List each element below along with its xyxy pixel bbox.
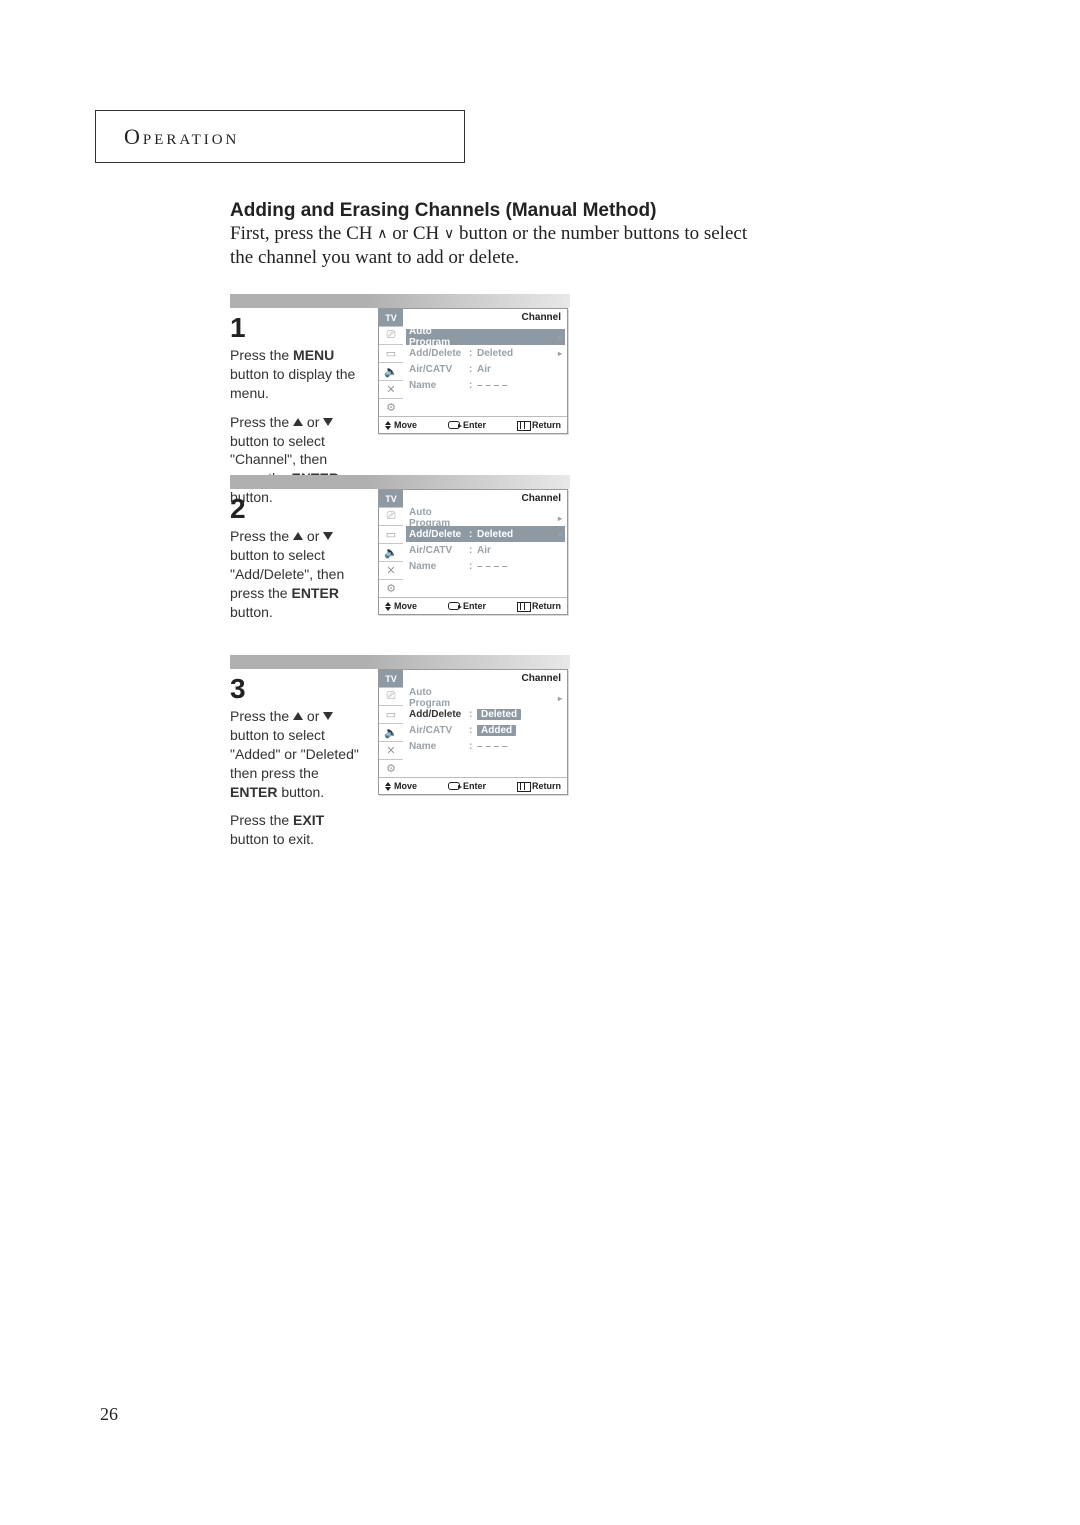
move-icon [385, 602, 391, 611]
channel-icon: ✕ [379, 742, 403, 760]
page-number: 26 [100, 1404, 118, 1425]
tv-sidebar: TV ⎚ ▭ 🔈 ✕ ⚙ [379, 490, 403, 600]
tv-sidebar-head: TV [379, 309, 403, 327]
tv-footer: Move Enter Return [379, 416, 567, 433]
input-icon: ⎚ [379, 327, 403, 345]
menu-item: Air/CATV:Air [409, 542, 562, 558]
menu-item: Add/Delete:Deleted [409, 706, 562, 722]
down-arrow-icon [323, 712, 333, 720]
menu-item: Auto Program▸ [409, 690, 562, 706]
menu-item: Air/CATV:Added [409, 722, 562, 738]
sound-icon: 🔈 [379, 724, 403, 742]
up-arrow-icon [293, 712, 303, 720]
down-arrow-icon [323, 532, 333, 540]
tv-menu-screenshot-3: TV ⎚ ▭ 🔈 ✕ ⚙ Channel Auto Program▸ Add/D… [378, 669, 568, 795]
menu-item-selected: Add/Delete:Deleted▸ [406, 526, 565, 542]
channel-icon: ✕ [379, 381, 403, 399]
picture-icon: ▭ [379, 706, 403, 724]
input-icon: ⎚ [379, 508, 403, 526]
menu-item: Auto Program▸ [409, 510, 562, 526]
tv-footer: Move Enter Return [379, 597, 567, 614]
input-icon: ⎚ [379, 688, 403, 706]
picture-icon: ▭ [379, 345, 403, 363]
down-arrow-icon [323, 418, 333, 426]
menu-item: Name:– – – – [409, 738, 562, 754]
tv-sidebar: TV ⎚ ▭ 🔈 ✕ ⚙ [379, 670, 403, 780]
menu-item-selected: Auto Program▸ [406, 329, 565, 345]
menu-item: Air/CATV:Air [409, 361, 562, 377]
page-heading: Adding and Erasing Channels (Manual Meth… [230, 200, 656, 222]
tv-menu-title: Channel [522, 493, 561, 504]
return-icon [517, 421, 529, 429]
picture-icon: ▭ [379, 526, 403, 544]
intro-part: First, press the CH [230, 223, 377, 244]
ch-up-icon: ∧ [377, 226, 387, 244]
step-instructions: Press the or button to select "Added" or… [230, 707, 365, 849]
return-icon [517, 782, 529, 790]
menu-item: Name:– – – – [409, 558, 562, 574]
enter-icon [448, 421, 460, 429]
tv-footer: Move Enter Return [379, 777, 567, 794]
step-instructions: Press the or button to select "Add/Delet… [230, 527, 365, 621]
tv-menu-body: Auto Program▸ Add/Delete:Deleted Air/CAT… [409, 690, 562, 754]
tv-menu-screenshot-1: TV ⎚ ▭ 🔈 ✕ ⚙ Channel Auto Program▸ Add/D… [378, 308, 568, 434]
setup-icon: ⚙ [379, 580, 403, 598]
channel-icon: ✕ [379, 562, 403, 580]
tv-menu-title: Channel [522, 312, 561, 323]
intro-text: First, press the CH ∧ or CH ∨ button or … [230, 222, 750, 270]
step-divider [230, 655, 570, 669]
up-arrow-icon [293, 418, 303, 426]
ch-down-icon: ∨ [444, 226, 454, 244]
up-arrow-icon [293, 532, 303, 540]
enter-icon [448, 782, 460, 790]
section-label: Operation [124, 124, 239, 150]
menu-item: Name:– – – – [409, 377, 562, 393]
setup-icon: ⚙ [379, 760, 403, 778]
setup-icon: ⚙ [379, 399, 403, 417]
sound-icon: 🔈 [379, 544, 403, 562]
manual-page: Operation Adding and Erasing Channels (M… [0, 0, 1080, 1525]
tv-sidebar-head: TV [379, 490, 403, 508]
step-divider [230, 294, 570, 308]
sound-icon: 🔈 [379, 363, 403, 381]
tv-menu-body: Auto Program▸ Add/Delete:Deleted▸ Air/CA… [409, 510, 562, 574]
popup-value-added: Added [477, 725, 516, 736]
tv-menu-screenshot-2: TV ⎚ ▭ 🔈 ✕ ⚙ Channel Auto Program▸ Add/D… [378, 489, 568, 615]
popup-value-deleted: Deleted [477, 709, 521, 720]
tv-sidebar-head: TV [379, 670, 403, 688]
section-tab: Operation [95, 110, 465, 163]
tv-sidebar: TV ⎚ ▭ 🔈 ✕ ⚙ [379, 309, 403, 419]
tv-menu-title: Channel [522, 673, 561, 684]
tv-menu-body: Auto Program▸ Add/Delete:Deleted▸ Air/CA… [409, 329, 562, 393]
move-icon [385, 782, 391, 791]
intro-part: or CH [388, 223, 444, 244]
menu-item: Add/Delete:Deleted▸ [409, 345, 562, 361]
move-icon [385, 421, 391, 430]
step-divider [230, 475, 570, 489]
enter-icon [448, 602, 460, 610]
return-icon [517, 602, 529, 610]
